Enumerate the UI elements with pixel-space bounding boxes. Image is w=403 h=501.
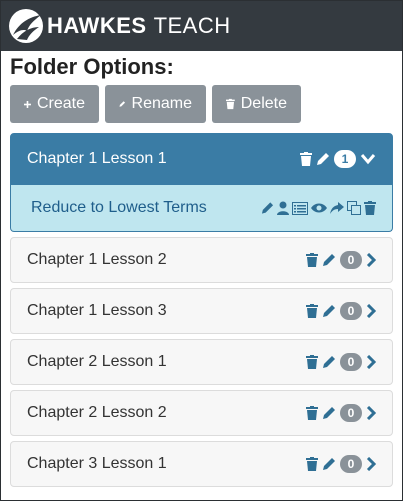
app-window: HAWKES TEACH Folder Options: Create Rena… xyxy=(0,0,403,501)
folder-count-badge: 0 xyxy=(340,302,362,320)
folder-actions: 0 xyxy=(306,302,376,320)
folder-count-badge: 0 xyxy=(340,353,362,371)
chevron-right-icon[interactable] xyxy=(366,406,376,420)
plus-icon xyxy=(24,100,31,108)
eye-icon[interactable] xyxy=(311,202,327,214)
trash-icon[interactable] xyxy=(306,355,318,369)
folder-list: Chapter 1 Lesson 1 1 Reduce to Lowest Te… xyxy=(10,133,393,487)
folder-label: Chapter 1 Lesson 1 xyxy=(27,150,167,167)
chevron-right-icon[interactable] xyxy=(366,355,376,369)
chevron-right-icon[interactable] xyxy=(366,253,376,267)
trash-icon[interactable] xyxy=(300,152,312,166)
folder-actions: 0 xyxy=(306,404,376,422)
chevron-down-icon[interactable] xyxy=(360,153,376,165)
lesson-item[interactable]: Reduce to Lowest Terms xyxy=(10,185,393,232)
pencil-icon[interactable] xyxy=(322,406,336,420)
folder-actions: 0 xyxy=(306,353,376,371)
folder-item[interactable]: Chapter 2 Lesson 2 0 xyxy=(10,390,393,436)
brand-name: HAWKES xyxy=(47,13,147,38)
folder-label: Chapter 2 Lesson 2 xyxy=(27,404,167,421)
list-icon[interactable] xyxy=(292,201,308,215)
folder-label: Chapter 1 Lesson 2 xyxy=(27,251,167,268)
user-icon[interactable] xyxy=(277,201,289,215)
delete-button-label: Delete xyxy=(240,95,287,112)
brand-product: TEACH xyxy=(153,13,231,38)
trash-icon[interactable] xyxy=(364,201,376,215)
folder-label: Chapter 3 Lesson 1 xyxy=(27,455,167,472)
trash-icon[interactable] xyxy=(306,304,318,318)
lesson-label: Reduce to Lowest Terms xyxy=(31,199,207,216)
trash-icon[interactable] xyxy=(306,457,318,471)
create-button[interactable]: Create xyxy=(10,85,99,123)
pencil-icon xyxy=(119,101,126,107)
rename-button-label: Rename xyxy=(131,95,192,112)
folder-item[interactable]: Chapter 1 Lesson 2 0 xyxy=(10,237,393,283)
trash-icon[interactable] xyxy=(306,253,318,267)
folder-count-badge: 0 xyxy=(340,404,362,422)
folder-item[interactable]: Chapter 2 Lesson 1 0 xyxy=(10,339,393,385)
folder-label: Chapter 1 Lesson 3 xyxy=(27,302,167,319)
folder-item-active[interactable]: Chapter 1 Lesson 1 1 xyxy=(10,133,393,185)
top-bar: HAWKES TEACH xyxy=(1,1,402,51)
pencil-icon[interactable] xyxy=(322,253,336,267)
folder-actions: 0 xyxy=(306,251,376,269)
pencil-icon[interactable] xyxy=(261,201,274,215)
folder-count-badge: 1 xyxy=(334,150,356,168)
page-title: Folder Options: xyxy=(10,54,174,79)
create-button-label: Create xyxy=(36,95,85,112)
pencil-icon[interactable] xyxy=(322,304,336,318)
folder-item[interactable]: Chapter 3 Lesson 1 0 xyxy=(10,441,393,487)
hawkes-logo-icon xyxy=(9,9,43,43)
chevron-right-icon[interactable] xyxy=(366,457,376,471)
trash-icon xyxy=(226,98,235,110)
pencil-icon[interactable] xyxy=(322,355,336,369)
copy-icon[interactable] xyxy=(347,201,361,215)
pencil-icon[interactable] xyxy=(322,457,336,471)
folder-label: Chapter 2 Lesson 1 xyxy=(27,353,167,370)
folder-actions: 1 xyxy=(300,150,376,168)
folder-actions: 0 xyxy=(306,455,376,473)
trash-icon[interactable] xyxy=(306,406,318,420)
pencil-icon[interactable] xyxy=(316,152,330,166)
folder-count-badge: 0 xyxy=(340,455,362,473)
folder-item[interactable]: Chapter 1 Lesson 3 0 xyxy=(10,288,393,334)
chevron-right-icon[interactable] xyxy=(366,304,376,318)
folder-count-badge: 0 xyxy=(340,251,362,269)
lesson-actions xyxy=(261,201,376,215)
delete-button[interactable]: Delete xyxy=(212,85,301,123)
rename-button[interactable]: Rename xyxy=(105,85,206,123)
share-icon[interactable] xyxy=(330,201,344,215)
folder-toolbar: Create Rename Delete xyxy=(10,85,402,123)
